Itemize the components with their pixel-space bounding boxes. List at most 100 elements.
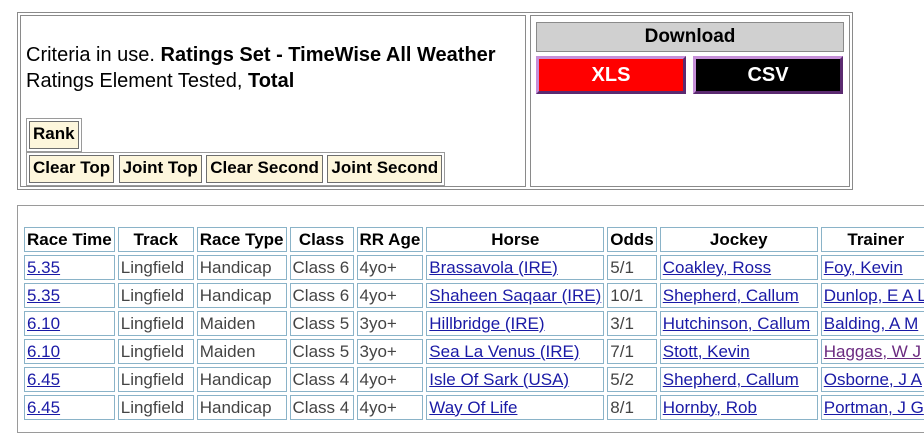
trainer-link[interactable]: Haggas, W J [824,342,921,361]
results-table: Race Time Track Race Type Class RR Age H… [21,224,924,423]
table-row: 5.35 Lingfield Handicap Class 6 4yo+ Shaheen … [24,283,924,308]
header-race-time: Race Time [24,227,115,252]
jockey-cell: Stott, Kevin [659,339,818,364]
odds-cell: 5/2 [607,367,657,392]
header-track: Track [117,227,194,252]
table-header-row: Race Time Track Race Type Class RR Age H… [24,227,924,252]
odds-cell: 5/1 [607,255,657,280]
jockey-link[interactable]: Shepherd, Callum [663,370,799,389]
track-cell: Lingfield [117,395,194,420]
race-type-cell: Handicap [196,283,287,308]
jockey-cell: Coakley, Ross [659,255,818,280]
header-odds: Odds [607,227,657,252]
race-time-cell: 6.10 [24,311,115,336]
table-row: 6.45 Lingfield Handicap Class 4 4yo+ Isle Of … [24,367,924,392]
class-cell: Class 6 [289,255,354,280]
criteria-text: Criteria in use. Ratings Set - TimeWise … [26,42,496,94]
jockey-cell: Shepherd, Callum [659,283,818,308]
joint-top-button[interactable]: Joint Top [118,155,202,183]
race-time-link[interactable]: 5.35 [27,286,60,305]
joint-second-button[interactable]: Joint Second [327,155,443,183]
results-panel: Race Time Track Race Type Class RR Age H… [17,205,924,433]
header-class: Class [289,227,354,252]
race-type-cell: Maiden [196,339,287,364]
header-horse: Horse [426,227,605,252]
rr-age-cell: 3yo+ [356,311,424,336]
download-heading: Download [536,22,844,52]
table-row: 6.10 Lingfield Maiden Class 5 3yo+ Hillbridge… [24,311,924,336]
horse-cell: Way Of Life [426,395,605,420]
trainer-cell: Foy, Kevin [820,255,924,280]
rr-age-cell: 4yo+ [356,283,424,308]
trainer-cell: Haggas, W J [820,339,924,364]
rr-age-cell: 3yo+ [356,339,424,364]
trainer-cell: Balding, A M [820,311,924,336]
track-cell: Lingfield [117,255,194,280]
trainer-link[interactable]: Balding, A M [824,314,919,333]
odds-cell: 7/1 [607,339,657,364]
jockey-link[interactable]: Shepherd, Callum [663,286,799,305]
race-type-cell: Handicap [196,367,287,392]
rank-group: Rank [26,118,82,152]
race-time-cell: 5.35 [24,283,115,308]
jockey-link[interactable]: Stott, Kevin [663,342,750,361]
download-section: Download XLS CSV [530,15,850,187]
horse-cell: Brassavola (IRE) [426,255,605,280]
criteria-panel: Criteria in use. Ratings Set - TimeWise … [17,12,853,190]
element-tested-value: Total [247,70,295,92]
trainer-cell: Dunlop, E A L [820,283,924,308]
jockey-cell: Hornby, Rob [659,395,818,420]
odds-cell: 10/1 [607,283,657,308]
jockey-link[interactable]: Hornby, Rob [663,398,757,417]
rr-age-cell: 4yo+ [356,255,424,280]
clear-second-button[interactable]: Clear Second [206,155,323,183]
trainer-link[interactable]: Osborne, J A [824,370,922,389]
criteria-line-1: Criteria in use. Ratings Set - TimeWise … [26,42,496,68]
class-cell: Class 5 [289,311,354,336]
horse-link[interactable]: Way Of Life [429,398,517,417]
odds-cell: 8/1 [607,395,657,420]
race-time-cell: 5.35 [24,255,115,280]
horse-link[interactable]: Hillbridge (IRE) [429,314,544,333]
header-race-type: Race Type [196,227,287,252]
trainer-link[interactable]: Foy, Kevin [824,258,903,277]
criteria-label: Criteria in use. [26,44,155,66]
trainer-link[interactable]: Dunlop, E A L [824,286,924,305]
jockey-link[interactable]: Coakley, Ross [663,258,771,277]
table-row: 5.35 Lingfield Handicap Class 6 4yo+ Brassavo… [24,255,924,280]
horse-cell: Hillbridge (IRE) [426,311,605,336]
race-time-link[interactable]: 6.10 [27,314,60,333]
jockey-cell: Shepherd, Callum [659,367,818,392]
horse-link[interactable]: Brassavola (IRE) [429,258,557,277]
track-cell: Lingfield [117,311,194,336]
class-cell: Class 4 [289,395,354,420]
horse-link[interactable]: Isle Of Sark (USA) [429,370,569,389]
trainer-link[interactable]: Portman, J G [824,398,924,417]
horse-cell: Sea La Venus (IRE) [426,339,605,364]
horse-link[interactable]: Shaheen Saqaar (IRE) [429,286,601,305]
horse-cell: Shaheen Saqaar (IRE) [426,283,605,308]
header-rr-age: RR Age [356,227,424,252]
track-cell: Lingfield [117,367,194,392]
race-time-link[interactable]: 6.45 [27,398,60,417]
rank-filter-group: Clear Top Joint Top Clear Second Joint S… [26,152,446,186]
track-cell: Lingfield [117,339,194,364]
track-cell: Lingfield [117,283,194,308]
download-csv-button[interactable]: CSV [693,56,843,94]
download-xls-button[interactable]: XLS [536,56,686,94]
class-cell: Class 5 [289,339,354,364]
race-time-link[interactable]: 6.10 [27,342,60,361]
race-type-cell: Handicap [196,255,287,280]
race-time-link[interactable]: 6.45 [27,370,60,389]
jockey-link[interactable]: Hutchinson, Callum [663,314,810,333]
race-time-link[interactable]: 5.35 [27,258,60,277]
trainer-cell: Osborne, J A [820,367,924,392]
table-row: 6.45 Lingfield Handicap Class 4 4yo+ Way Of L… [24,395,924,420]
rank-label: Rank [29,121,79,149]
class-cell: Class 6 [289,283,354,308]
horse-link[interactable]: Sea La Venus (IRE) [429,342,579,361]
ratings-set-value: Ratings Set - TimeWise All Weather [160,44,496,66]
jockey-cell: Hutchinson, Callum [659,311,818,336]
race-time-cell: 6.45 [24,395,115,420]
clear-top-button[interactable]: Clear Top [29,155,115,183]
